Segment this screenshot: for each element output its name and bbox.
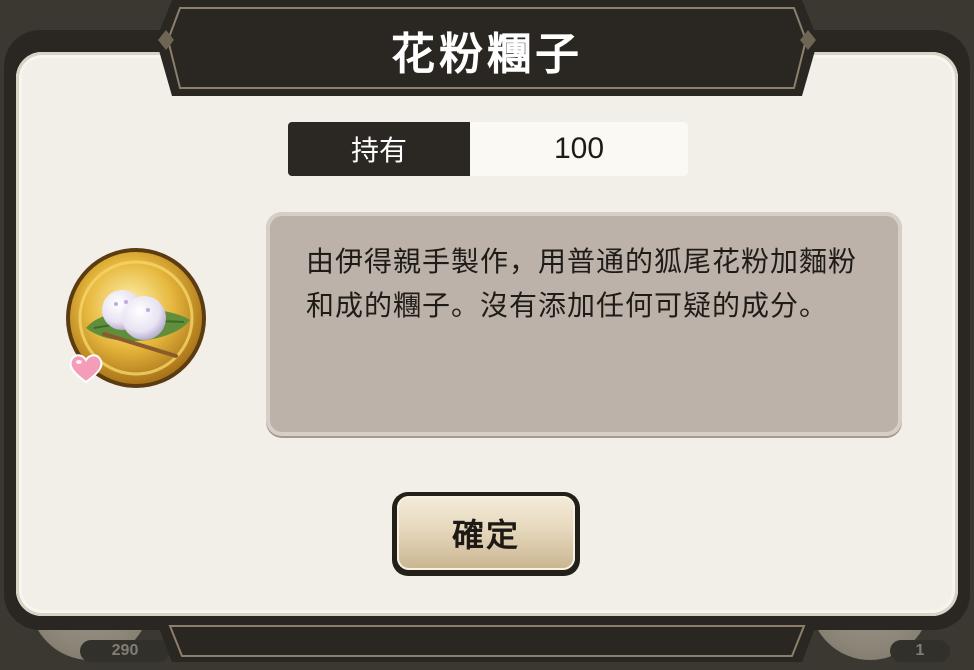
background-count: 1: [890, 640, 950, 662]
holding-label: 持有: [288, 122, 470, 176]
item-description: 由伊得親手製作，用普通的狐尾花粉加麵粉和成的糰子。沒有添加任何可疑的成分。: [306, 245, 858, 322]
holding-count-bar: 持有 100: [288, 122, 688, 176]
dialog-title: 花粉糰子: [391, 29, 583, 80]
heart-icon: [69, 354, 103, 384]
holding-value: 100: [470, 122, 688, 176]
confirm-button-label: 確定: [451, 516, 520, 554]
confirm-button[interactable]: 確定: [392, 492, 580, 576]
confirm-button-face[interactable]: 確定: [397, 496, 575, 570]
item-description-box: 由伊得親手製作，用普通的狐尾花粉加麵粉和成的糰子。沒有添加任何可疑的成分。: [266, 212, 902, 436]
bottom-plate: [156, 620, 818, 662]
